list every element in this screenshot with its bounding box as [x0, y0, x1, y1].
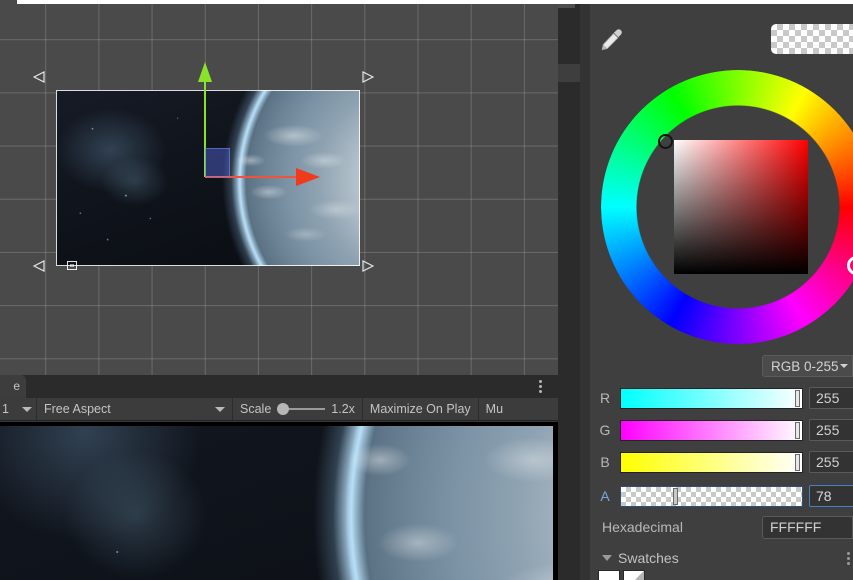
game-view-viewport — [0, 426, 553, 580]
channel-label-a: A — [600, 488, 610, 504]
channel-row-a: A 78 — [590, 485, 853, 507]
channel-row-b: B 255 — [590, 451, 853, 473]
saturation-value-square[interactable] — [674, 140, 808, 274]
game-earth-clouds-overlay — [0, 426, 553, 580]
rect-handle-top-right[interactable] — [360, 70, 374, 84]
scale-label: Scale — [240, 402, 272, 416]
channel-label-b: B — [600, 454, 610, 470]
chevron-down-icon — [22, 406, 32, 412]
display-dropdown[interactable]: 1 — [0, 398, 36, 420]
channel-slider-b[interactable] — [620, 451, 803, 473]
gizmo-x-axis-arrow-icon[interactable] — [296, 168, 320, 186]
game-view-tabbar: e — [0, 375, 558, 398]
rect-handle-top-left[interactable] — [33, 70, 47, 84]
swatch-item[interactable] — [623, 570, 645, 580]
panel-divider[interactable] — [558, 0, 590, 580]
scale-value: 1.2x — [331, 402, 355, 416]
color-mode-dropdown[interactable]: RGB 0-255 — [762, 355, 853, 377]
channel-value-b[interactable]: 255 — [809, 451, 853, 473]
channel-label-g: G — [599, 422, 611, 438]
channel-value-g[interactable]: 255 — [809, 419, 853, 441]
swatch-list — [598, 570, 645, 580]
eyedropper-icon[interactable] — [595, 26, 625, 54]
unity-editor-window: e 1 Free Aspect Scale 1.2x Maximize On P… — [0, 0, 853, 580]
swatches-more-options-icon[interactable] — [847, 552, 850, 565]
divider-segment-right — [580, 0, 590, 580]
saturation-value-cursor[interactable] — [658, 134, 673, 149]
color-picker-panel: RGB 0-255 R 255 G 255 B 255 A 78 Hexadec… — [590, 4, 853, 580]
hexadecimal-input[interactable]: FFFFFF — [762, 516, 853, 539]
game-view-toolbar: 1 Free Aspect Scale 1.2x Maximize On Pla… — [0, 398, 558, 421]
display-dropdown-label: 1 — [2, 402, 9, 416]
channel-slider-knob-a[interactable] — [673, 487, 678, 505]
scale-slider-knob[interactable] — [277, 403, 290, 415]
pivot-handle[interactable] — [67, 261, 77, 270]
aspect-ratio-dropdown[interactable]: Free Aspect — [37, 398, 232, 420]
channel-slider-a[interactable] — [620, 485, 803, 507]
channel-row-r: R 255 — [590, 387, 853, 409]
selected-color-preview[interactable] — [771, 24, 853, 54]
color-wheel[interactable] — [597, 66, 853, 348]
rect-handle-bottom-right[interactable] — [360, 259, 374, 273]
channel-value-a[interactable]: 78 — [809, 485, 853, 507]
scale-slider[interactable] — [277, 403, 326, 415]
chevron-down-icon — [215, 406, 225, 412]
hexadecimal-label: Hexadecimal — [602, 519, 683, 535]
channel-slider-knob-b[interactable] — [795, 453, 800, 471]
swatches-label: Swatches — [618, 550, 679, 566]
aspect-ratio-label: Free Aspect — [44, 402, 111, 416]
channel-slider-g[interactable] — [620, 419, 803, 441]
channel-slider-track-g — [621, 420, 802, 440]
chevron-down-icon — [840, 364, 848, 368]
swatch-item[interactable] — [598, 570, 620, 580]
maximize-on-play-toggle[interactable]: Maximize On Play — [363, 398, 478, 420]
channel-value-r[interactable]: 255 — [809, 387, 853, 409]
divider-segment-mid — [558, 64, 580, 82]
channel-slider-track-b — [621, 452, 802, 472]
game-view-render[interactable] — [0, 422, 558, 580]
chevron-down-icon[interactable] — [602, 555, 612, 561]
gizmo-z-plane-handle[interactable] — [205, 148, 230, 177]
mute-audio-toggle[interactable]: Mu — [479, 398, 510, 420]
more-options-icon[interactable] — [532, 378, 548, 395]
channel-slider-r[interactable] — [620, 387, 803, 409]
tab-game[interactable]: e — [0, 375, 26, 398]
gizmo-y-axis-arrow-icon[interactable] — [198, 62, 212, 82]
scale-slider-group[interactable]: Scale 1.2x — [233, 398, 362, 420]
color-mode-label: RGB 0-255 — [771, 358, 839, 374]
channel-slider-track-a — [621, 486, 802, 506]
channel-slider-knob-g[interactable] — [795, 421, 800, 439]
channel-label-r: R — [599, 390, 611, 406]
channel-slider-track-r — [621, 388, 802, 408]
scene-view[interactable] — [0, 0, 558, 375]
channel-row-g: G 255 — [590, 419, 853, 441]
rect-handle-bottom-left[interactable] — [33, 259, 47, 273]
game-view-panel: e 1 Free Aspect Scale 1.2x Maximize On P… — [0, 375, 558, 580]
channel-slider-knob-r[interactable] — [795, 389, 800, 407]
swatches-section-header[interactable]: Swatches — [602, 550, 679, 566]
